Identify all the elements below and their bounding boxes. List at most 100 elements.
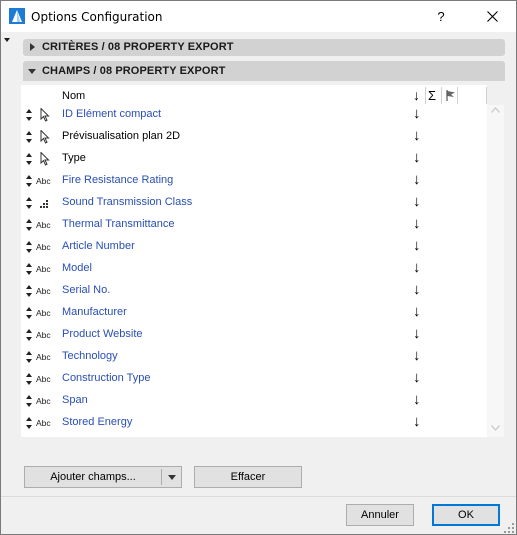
- sort-arrow-icon[interactable]: ↓: [413, 149, 421, 166]
- list-item[interactable]: ID Elément compact ↓: [21, 104, 487, 126]
- list-item[interactable]: Abc Model ↓: [21, 258, 487, 280]
- ok-button[interactable]: OK: [432, 504, 500, 526]
- add-fields-button[interactable]: Ajouter champs...: [24, 466, 182, 488]
- drag-handle-icon[interactable]: [26, 175, 32, 187]
- text-type-icon: Abc: [36, 242, 51, 252]
- drag-handle-icon[interactable]: [26, 219, 32, 231]
- chevron-down-icon[interactable]: [168, 475, 176, 480]
- list-item[interactable]: Abc Fire Resistance Rating ↓: [21, 170, 487, 192]
- list-item[interactable]: Abc Product Website ↓: [21, 324, 487, 346]
- sort-arrow-icon[interactable]: ↓: [413, 215, 421, 232]
- criteria-section-label: CRITÈRES / 08 PROPERTY EXPORT: [42, 41, 234, 53]
- sort-arrow-icon[interactable]: ↓: [413, 369, 421, 386]
- fields-section-label: CHAMPS / 08 PROPERTY EXPORT: [42, 65, 226, 77]
- text-type-icon: Abc: [36, 330, 51, 340]
- field-name: Technology: [62, 350, 118, 362]
- sort-arrow-icon[interactable]: ↓: [413, 391, 421, 408]
- title-bar[interactable]: Options Configuration ?: [1, 1, 516, 32]
- sort-arrow-icon[interactable]: ↓: [413, 171, 421, 188]
- sort-arrow-icon[interactable]: ↓: [413, 303, 421, 320]
- collapse-icon: [28, 69, 36, 74]
- sort-arrow-icon[interactable]: ↓: [413, 193, 421, 210]
- column-separator: [441, 87, 442, 104]
- column-header-name[interactable]: Nom: [62, 90, 85, 102]
- footer-divider: [1, 496, 516, 497]
- drag-handle-icon[interactable]: [26, 307, 32, 319]
- scroll-down-icon[interactable]: [491, 425, 500, 431]
- list-item[interactable]: Abc Serial No. ↓: [21, 280, 487, 302]
- sort-arrow-icon[interactable]: ↓: [413, 281, 421, 298]
- drag-handle-icon[interactable]: [26, 197, 32, 209]
- drag-handle-icon[interactable]: [26, 109, 32, 121]
- field-name: Sound Transmission Class: [62, 196, 193, 208]
- field-name: Serial No.: [62, 284, 111, 296]
- text-type-icon: Abc: [36, 374, 51, 384]
- list-item[interactable]: Abc Span ↓: [21, 390, 487, 412]
- text-type-icon: Abc: [36, 418, 51, 428]
- list-item[interactable]: Abc Article Number ↓: [21, 236, 487, 258]
- list-item[interactable]: Abc Construction Type ↓: [21, 368, 487, 390]
- close-button[interactable]: [480, 6, 506, 28]
- list-item[interactable]: Abc Manufacturer ↓: [21, 302, 487, 324]
- list-item[interactable]: Abc Stored Energy ↓: [21, 412, 487, 434]
- drag-handle-icon[interactable]: [26, 285, 32, 297]
- field-name: Stored Energy: [62, 416, 133, 428]
- fields-list: Nom ↓ Σ ID Elément compact ↓ Prévisualisat…: [21, 85, 487, 437]
- criteria-section-header[interactable]: CRITÈRES / 08 PROPERTY EXPORT: [23, 39, 505, 56]
- numeric-type-icon: [40, 200, 48, 208]
- field-name: Manufacturer: [62, 306, 127, 318]
- field-name: Construction Type: [62, 372, 151, 384]
- field-name: Product Website: [62, 328, 143, 340]
- drag-handle-icon[interactable]: [26, 153, 32, 165]
- scroll-up-icon[interactable]: [491, 107, 500, 113]
- text-type-icon: Abc: [36, 176, 51, 186]
- field-name: Span: [62, 394, 88, 406]
- sort-arrow-icon[interactable]: ↓: [413, 347, 421, 364]
- drag-handle-icon[interactable]: [26, 373, 32, 385]
- sort-arrow-icon[interactable]: ↓: [413, 413, 421, 430]
- list-item[interactable]: Abc Thermal Transmittance ↓: [21, 214, 487, 236]
- resize-grip-icon[interactable]: [504, 523, 514, 533]
- list-item[interactable]: Prévisualisation plan 2D ↓: [21, 126, 487, 148]
- drag-handle-icon[interactable]: [26, 395, 32, 407]
- drag-handle-icon[interactable]: [26, 351, 32, 363]
- list-item[interactable]: Type ↓: [21, 148, 487, 170]
- sort-arrow-icon[interactable]: ↓: [413, 325, 421, 342]
- pointer-icon: [40, 108, 50, 122]
- drag-handle-icon[interactable]: [26, 417, 32, 429]
- drag-handle-icon[interactable]: [26, 263, 32, 275]
- drag-handle-icon[interactable]: [26, 241, 32, 253]
- sort-arrow-icon[interactable]: ↓: [413, 127, 421, 144]
- list-item[interactable]: Sound Transmission Class ↓: [21, 192, 487, 214]
- field-name: Fire Resistance Rating: [62, 174, 174, 186]
- text-type-icon: Abc: [36, 396, 51, 406]
- drag-handle-icon[interactable]: [26, 329, 32, 341]
- fields-section-header[interactable]: CHAMPS / 08 PROPERTY EXPORT: [23, 61, 505, 81]
- options-configuration-dialog: Options Configuration ? CRITÈRES / 08 PR…: [0, 0, 517, 535]
- sum-column-header[interactable]: Σ: [428, 88, 436, 103]
- clear-button[interactable]: Effacer: [194, 466, 302, 488]
- column-separator: [486, 87, 487, 104]
- collapse-panel-icon[interactable]: [4, 38, 10, 42]
- drag-handle-icon[interactable]: [26, 131, 32, 143]
- expand-icon: [30, 43, 35, 51]
- column-separator: [425, 87, 426, 104]
- field-name: Type: [62, 152, 86, 164]
- window-title: Options Configuration: [31, 10, 163, 24]
- sort-arrow-icon[interactable]: ↓: [413, 237, 421, 254]
- close-icon: [487, 11, 498, 22]
- pointer-icon: [40, 152, 50, 166]
- sort-arrow-icon[interactable]: ↓: [413, 259, 421, 276]
- cancel-button[interactable]: Annuler: [346, 504, 414, 526]
- add-fields-label: Ajouter champs...: [50, 471, 136, 483]
- text-type-icon: Abc: [36, 308, 51, 318]
- help-button[interactable]: ?: [431, 7, 451, 27]
- text-type-icon: Abc: [36, 352, 51, 362]
- flag-icon[interactable]: [445, 90, 456, 101]
- sort-column-header[interactable]: ↓: [413, 87, 420, 103]
- sort-arrow-icon[interactable]: ↓: [413, 105, 421, 122]
- field-name: Model: [62, 262, 92, 274]
- list-item[interactable]: Abc Technology ↓: [21, 346, 487, 368]
- list-scrollbar[interactable]: [487, 105, 504, 437]
- split-divider: [161, 469, 162, 485]
